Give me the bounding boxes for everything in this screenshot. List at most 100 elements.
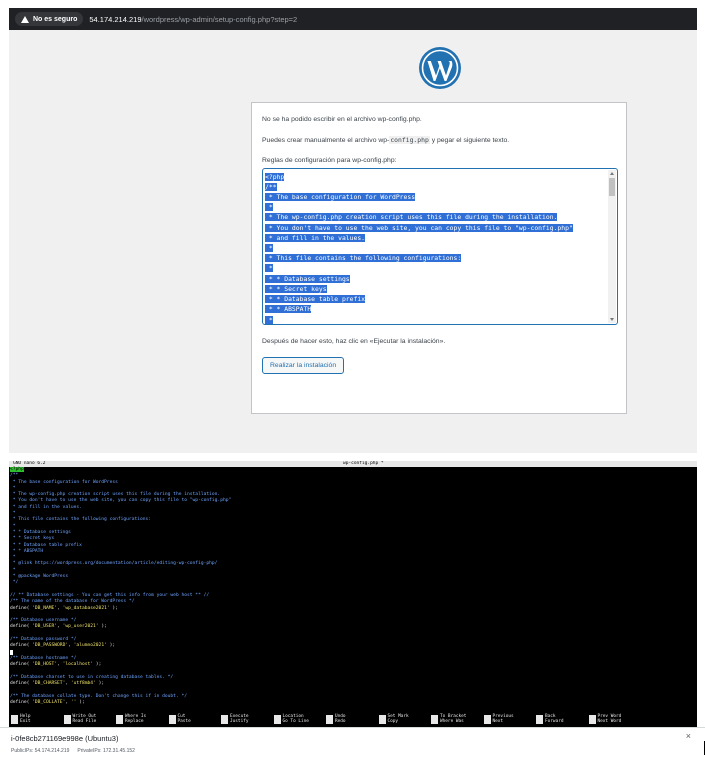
nano-shortcut: Undo Redo <box>326 714 379 727</box>
string-literal: '' <box>70 699 77 705</box>
shortcut-label: Cut Paste <box>177 714 191 724</box>
nano-shortcut: Back Forward <box>536 714 589 727</box>
shortcut-label: Undo Redo <box>335 714 346 724</box>
manual-text-code: config.php <box>389 135 430 144</box>
textarea-scrollbar[interactable] <box>608 169 616 323</box>
wordpress-logo-icon <box>419 47 461 89</box>
cannot-write-message: No se ha podido escribir en el archivo w… <box>262 116 422 123</box>
url-text[interactable]: 54.174.214.219/wordpress/wp-admin/setup-… <box>89 15 297 24</box>
shortcut-key <box>273 715 281 724</box>
shortcut-key <box>588 715 596 724</box>
manual-text-post: y pegar el siguiente texto. <box>429 136 510 144</box>
manual-text-pre: Puedes crear manualmente el archivo wp- <box>262 136 390 144</box>
after-instructions: Después de hacer esto, haz clic en «Ejec… <box>262 337 446 345</box>
config-textarea[interactable]: <?php /** * The base configuration for W… <box>262 167 618 325</box>
security-label: No es seguro <box>33 15 78 23</box>
config-line: * <box>265 203 273 212</box>
ec2-instance-bar: i-0fe8cb271169e998e (Ubuntu3) PublicIPs:… <box>0 727 705 759</box>
shortcut-key <box>63 715 71 724</box>
string-literal: 'DB_USER' <box>32 624 58 630</box>
string-literal: 'alumno2021' <box>73 643 107 649</box>
config-line: <?php <box>265 172 285 181</box>
config-line: * and fill in the values. <box>265 233 366 242</box>
nano-shortcut: Write Out Read File <box>63 714 117 727</box>
shortcut-key <box>11 715 18 724</box>
config-line: * * ABSPATH <box>265 305 312 314</box>
shortcut-key <box>116 715 123 724</box>
config-line: * <box>265 244 273 253</box>
string-literal: 'DB_NAME' <box>32 605 58 611</box>
shortcut-key <box>168 715 176 724</box>
shortcut-label: Prev Word Next Word <box>597 714 622 724</box>
nano-filename: wp-config.php * <box>343 461 384 466</box>
shortcut-label: Where Is Replace <box>125 714 147 724</box>
nano-shortcut: Cut Paste <box>168 714 222 727</box>
terminal-window[interactable]: GNU nano 6.2 wp-config.php * <?php/** * … <box>9 461 697 727</box>
section-divider <box>9 453 697 461</box>
nano-shortcut-bar: Help Exit Write Out Read File Where Is Rep… <box>9 714 697 727</box>
config-line: * The wp-config.php creation script uses… <box>265 213 558 222</box>
warning-icon <box>21 15 29 23</box>
setup-card: No se ha podido escribir en el archivo w… <box>251 102 627 414</box>
string-literal: 'DB_COLLATE' <box>32 699 66 705</box>
public-ip: PublicIPs: 54.174.214.219 <box>11 748 70 754</box>
shortcut-label: Previous Next <box>492 714 514 724</box>
nano-shortcut: Set Mark Copy <box>378 714 432 727</box>
url-host: 54.174.214.219 <box>89 14 142 24</box>
nano-line: define( 'DB_COLLATE', '' ); <box>10 699 85 705</box>
wordpress-setup-page: No se ha podido escribir en el archivo w… <box>9 30 697 453</box>
scroll-up-icon[interactable] <box>610 171 614 175</box>
shortcut-label: Set Mark Copy <box>387 714 409 724</box>
shortcut-key <box>536 715 543 724</box>
shortcut-label: Write Out Read File <box>72 714 97 724</box>
nano-shortcut: Execute Justify <box>221 714 274 727</box>
config-line: * * Secret keys <box>265 284 327 293</box>
config-rules-label: Reglas de configuración para wp-config.p… <box>262 156 397 164</box>
nano-version: GNU nano 6.2 <box>13 461 46 466</box>
string-literal: 'wp_user2021' <box>62 624 99 630</box>
nano-shortcut: Help Exit <box>11 714 64 727</box>
config-line: * You don't have to use the web site, yo… <box>265 223 573 232</box>
config-line: * <box>265 315 273 324</box>
scrollbar-thumb[interactable] <box>609 177 615 196</box>
config-text[interactable]: <?php /** * The base configuration for W… <box>265 172 605 324</box>
shortcut-key <box>326 715 333 724</box>
nano-editor-body[interactable]: <?php/** * The base configuration for Wo… <box>9 467 697 706</box>
config-line: * * Database settings <box>265 274 350 283</box>
nano-shortcut: To Bracket Where Was <box>431 714 484 727</box>
php-open-tag: <?php <box>10 467 24 472</box>
string-literal: 'wp_database2021' <box>62 605 110 611</box>
string-literal: 'DB_CHARSET' <box>32 681 66 687</box>
run-install-button[interactable]: Realizar la instalación <box>262 357 345 375</box>
manual-create-message: Puedes crear manualmente el archivo wp-c… <box>262 135 616 146</box>
instance-ips: PublicIPs: 54.174.214.219 PrivateIPs: 17… <box>11 748 694 754</box>
private-ip: PrivateIPs: 172.31.45.152 <box>77 748 135 754</box>
shortcut-label: To Bracket Where Was <box>440 714 467 724</box>
nano-shortcut: Location Go To Line <box>273 714 327 727</box>
instance-id: i-0fe8cb271169e998e (Ubuntu3) <box>11 734 119 743</box>
string-literal: 'utf8mb4' <box>70 681 96 687</box>
shortcut-key <box>378 715 386 724</box>
nano-shortcut: Prev Word Next Word <box>588 714 642 727</box>
security-warning-badge[interactable]: No es seguro <box>15 12 84 26</box>
config-line: * The base configuration for WordPress <box>265 193 416 202</box>
shortcut-key <box>483 715 491 724</box>
nano-shortcut: Previous Next <box>483 714 537 727</box>
string-literal: 'localhost' <box>62 662 94 668</box>
config-line: /** <box>265 182 277 191</box>
scroll-down-icon[interactable] <box>610 317 614 321</box>
string-literal: 'DB_HOST' <box>32 662 58 668</box>
config-line: * <box>265 264 273 273</box>
shortcut-key <box>221 715 228 724</box>
config-line: * This file contains the following confi… <box>265 254 462 263</box>
close-icon[interactable]: × <box>686 731 691 741</box>
shortcut-key <box>431 715 438 724</box>
nano-shortcut: Where Is Replace <box>116 714 169 727</box>
browser-address-bar[interactable]: No es seguro 54.174.214.219/wordpress/wp… <box>9 8 697 30</box>
shortcut-label: Location Go To Line <box>282 714 309 724</box>
url-path: /wordpress/wp-admin/setup-config.php?ste… <box>141 14 298 24</box>
config-line: * * Database table prefix <box>265 295 366 304</box>
shortcut-label: Execute Justify <box>230 714 249 724</box>
shortcut-label: Back Forward <box>545 714 564 724</box>
string-literal: 'DB_PASSWORD' <box>32 643 69 649</box>
